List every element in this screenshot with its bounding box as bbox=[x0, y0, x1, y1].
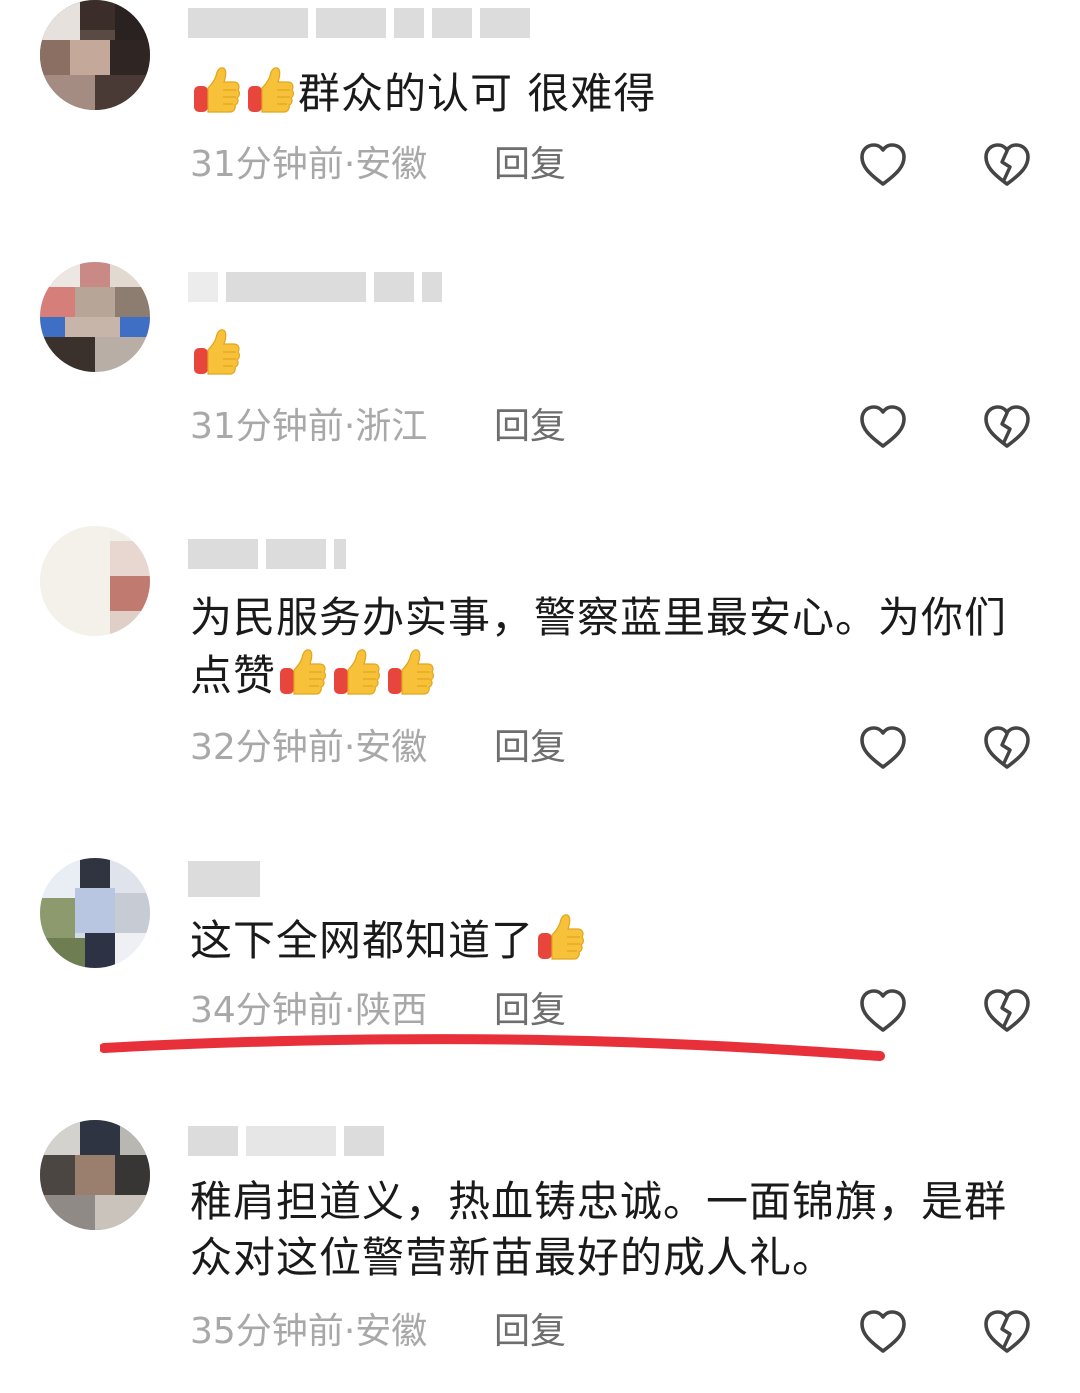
heart-outline-icon[interactable] bbox=[858, 142, 908, 188]
broken-heart-outline-icon[interactable] bbox=[982, 404, 1032, 450]
avatar[interactable] bbox=[40, 526, 150, 636]
comment-body: 这下全网都知道了 bbox=[190, 916, 535, 965]
heart-outline-icon[interactable] bbox=[858, 404, 908, 450]
comment-text: 这下全网都知道了 bbox=[190, 911, 1040, 969]
comment-body: 群众的认可 很难得 bbox=[298, 69, 657, 118]
avatar[interactable] bbox=[40, 1120, 150, 1230]
heart-outline-icon[interactable] bbox=[858, 725, 908, 771]
comment-location: 安徽 bbox=[355, 144, 428, 185]
heart-outline-icon[interactable] bbox=[858, 1309, 908, 1355]
thumbs-up-emoji bbox=[536, 911, 586, 963]
comment-text: 为民服务办实事，警察蓝里最安心。为你们 点赞 bbox=[190, 590, 1040, 704]
username[interactable] bbox=[188, 270, 442, 304]
comment-text: 群众的认可 很难得 bbox=[190, 64, 1040, 122]
username[interactable] bbox=[188, 537, 346, 571]
comment-location: 安徽 bbox=[355, 1311, 428, 1352]
comment-time: 31分钟前 bbox=[190, 144, 344, 185]
meta-separator: · bbox=[343, 727, 356, 768]
meta-separator: · bbox=[343, 990, 356, 1031]
broken-heart-outline-icon[interactable] bbox=[982, 1309, 1032, 1355]
comment-body-line1: 稚肩担道义，热血铸忠诚。一面锦旗，是群 bbox=[190, 1177, 1008, 1226]
broken-heart-outline-icon[interactable] bbox=[982, 988, 1032, 1034]
comment-meta: 31分钟前·安徽 bbox=[190, 143, 427, 187]
meta-separator: · bbox=[343, 1311, 356, 1352]
avatar[interactable] bbox=[40, 262, 150, 372]
reply-button[interactable]: 回复 bbox=[494, 143, 566, 187]
comment-time: 32分钟前 bbox=[190, 727, 344, 768]
thumbs-up-emoji bbox=[192, 64, 242, 116]
reply-button[interactable]: 回复 bbox=[494, 989, 566, 1033]
comment-text: 稚肩担道义，热血铸忠诚。一面锦旗，是群 众对这位警营新苗最好的成人礼。 bbox=[190, 1174, 1040, 1286]
comment-location: 安徽 bbox=[355, 727, 428, 768]
reply-button[interactable]: 回复 bbox=[494, 405, 566, 449]
comment-location: 浙江 bbox=[355, 406, 428, 447]
thumbs-up-emoji bbox=[192, 326, 242, 378]
broken-heart-outline-icon[interactable] bbox=[982, 142, 1032, 188]
meta-separator: · bbox=[343, 144, 356, 185]
username[interactable] bbox=[188, 861, 260, 897]
meta-separator: · bbox=[343, 406, 356, 447]
username[interactable] bbox=[188, 1124, 384, 1158]
comment-body-line2: 众对这位警营新苗最好的成人礼。 bbox=[190, 1233, 836, 1282]
comment-body-line1: 为民服务办实事，警察蓝里最安心。为你们 bbox=[190, 593, 1008, 642]
thumbs-up-emoji bbox=[278, 646, 328, 698]
comment-body-line2: 点赞 bbox=[190, 651, 277, 700]
comment-time: 35分钟前 bbox=[190, 1311, 344, 1352]
comment-text bbox=[190, 326, 1040, 384]
comment-meta: 32分钟前·安徽 bbox=[190, 726, 427, 770]
comment-meta: 34分钟前·陕西 bbox=[190, 989, 427, 1033]
broken-heart-outline-icon[interactable] bbox=[982, 725, 1032, 771]
comment-meta: 31分钟前·浙江 bbox=[190, 405, 427, 449]
thumbs-up-emoji bbox=[386, 646, 436, 698]
avatar[interactable] bbox=[40, 0, 150, 110]
red-underline-annotation bbox=[100, 1034, 885, 1061]
comment-meta: 35分钟前·安徽 bbox=[190, 1310, 427, 1354]
comment-time: 31分钟前 bbox=[190, 406, 344, 447]
reply-button[interactable]: 回复 bbox=[494, 726, 566, 770]
thumbs-up-emoji bbox=[246, 64, 296, 116]
thumbs-up-emoji bbox=[332, 646, 382, 698]
avatar[interactable] bbox=[40, 858, 150, 968]
comment-location: 陕西 bbox=[355, 990, 428, 1031]
heart-outline-icon[interactable] bbox=[858, 988, 908, 1034]
username[interactable] bbox=[188, 6, 530, 40]
reply-button[interactable]: 回复 bbox=[494, 1310, 566, 1354]
comment-time: 34分钟前 bbox=[190, 990, 344, 1031]
